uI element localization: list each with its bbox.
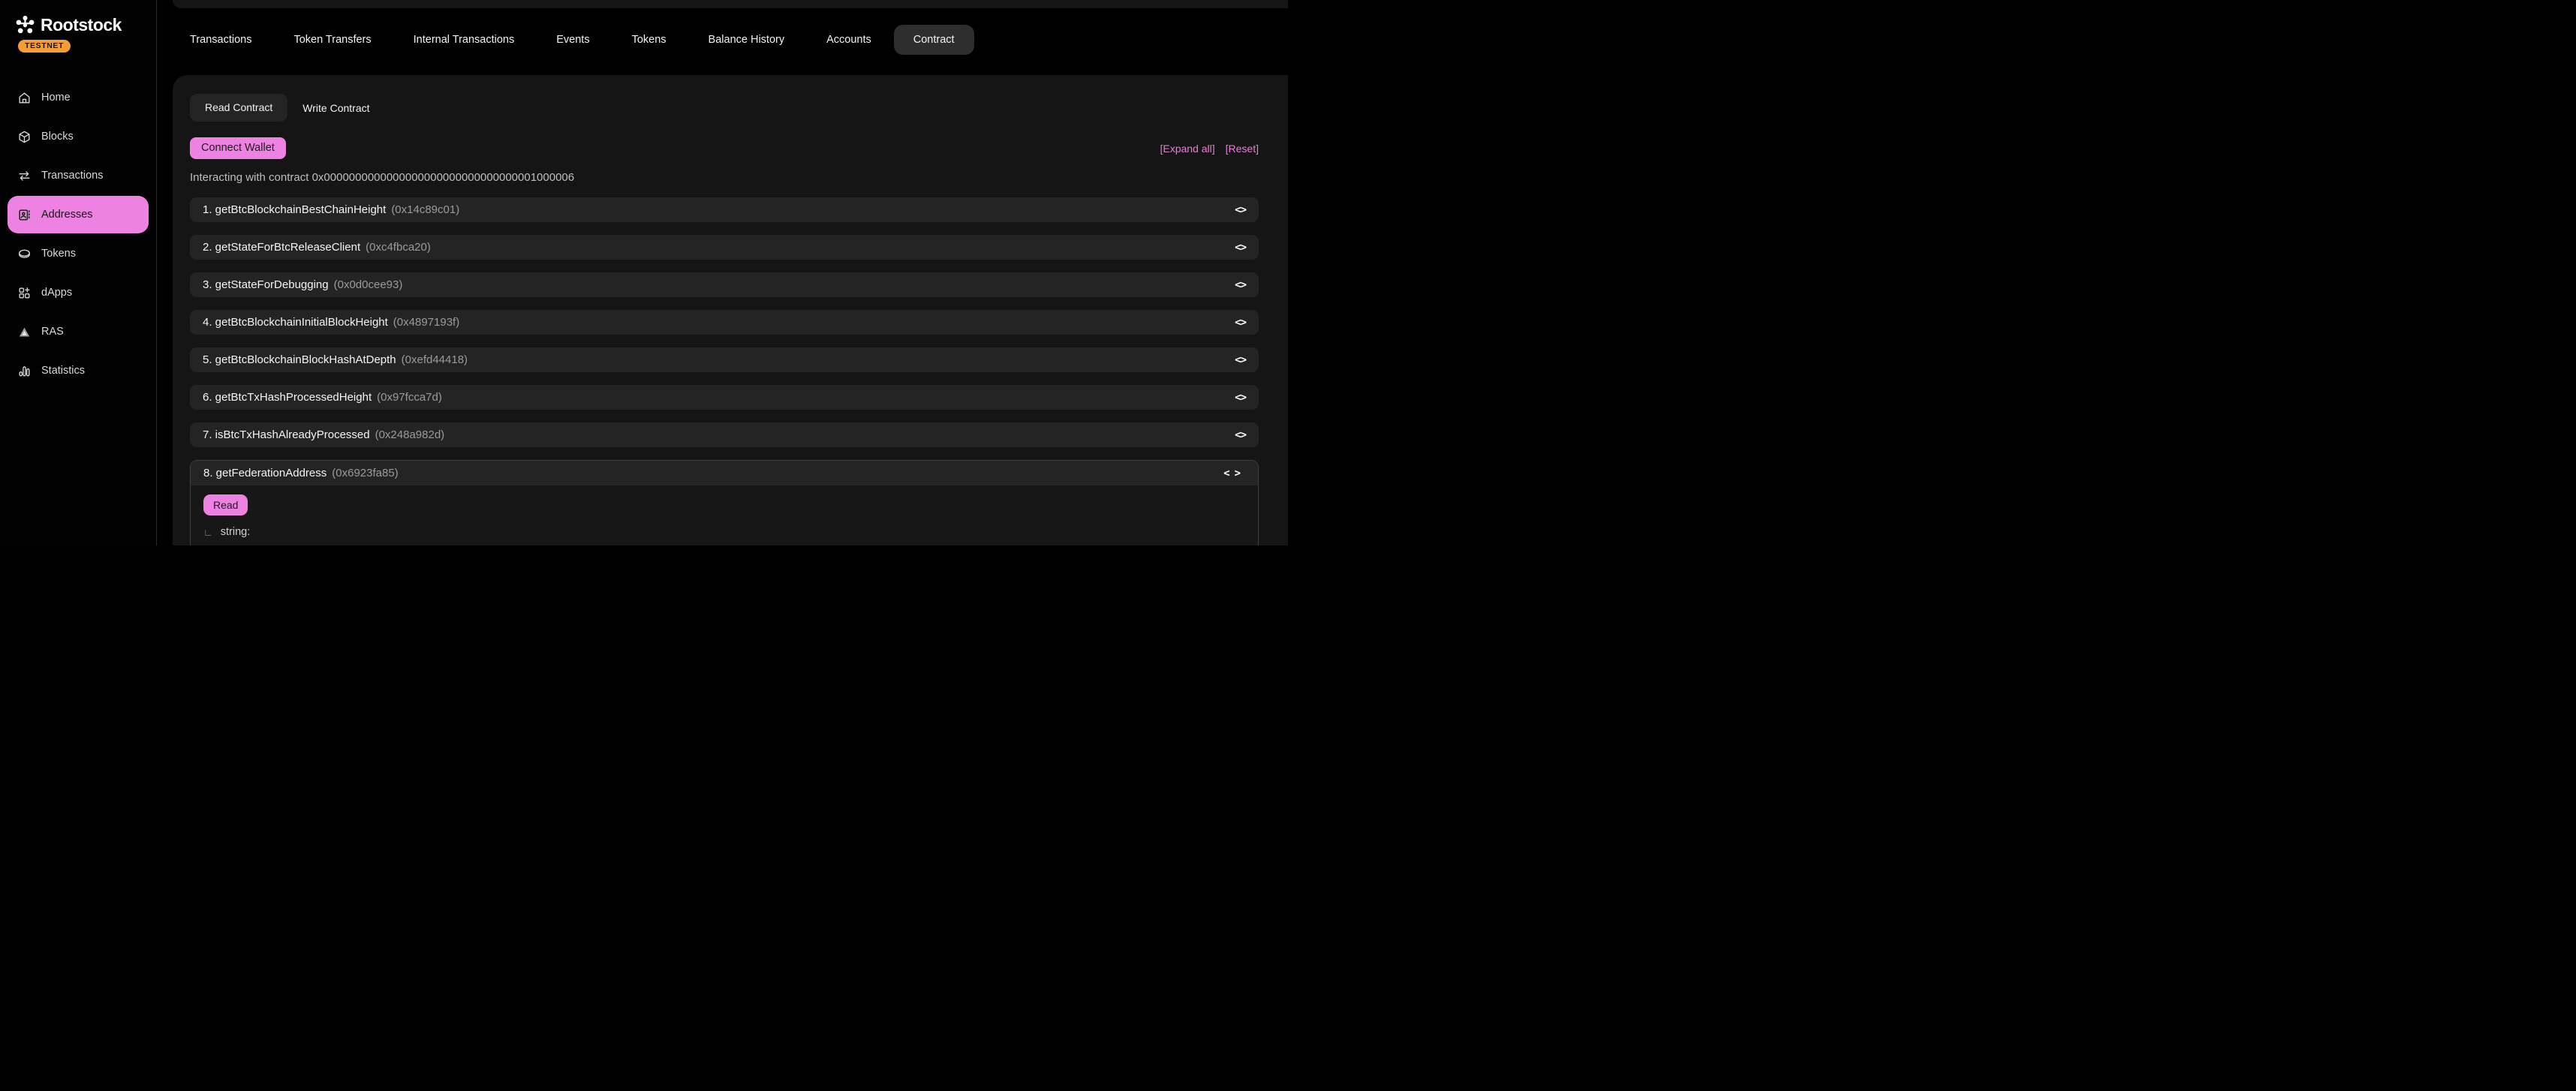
brand-logo[interactable]: Rootstock <box>0 0 156 35</box>
function-row[interactable]: 5. getBtcBlockchainBlockHashAtDepth (0xe… <box>190 347 1259 372</box>
function-name: 2. getStateForBtcReleaseClient <box>203 241 360 254</box>
tab-tokens[interactable]: Tokens <box>632 34 667 46</box>
sidebar-item-label: Statistics <box>41 365 85 377</box>
output-branch-glyph: ∟ <box>203 527 213 538</box>
sidebar: Rootstock TESTNET Home Blocks Transactio… <box>0 0 157 546</box>
sidebar-item-label: dApps <box>41 287 72 299</box>
function-row[interactable]: 1. getBtcBlockchainBestChainHeight (0x14… <box>190 197 1259 222</box>
reset-link[interactable]: [Reset] <box>1226 143 1259 155</box>
code-toggle-icon[interactable]: <> <box>1235 279 1246 291</box>
sidebar-item-tokens[interactable]: Tokens <box>8 235 149 272</box>
top-card-edge <box>173 0 1288 8</box>
contract-sub-tabs: Read Contract Write Contract <box>190 94 1288 122</box>
function-selector: (0xefd44418) <box>402 353 468 366</box>
function-row[interactable]: 3. getStateForDebugging (0x0d0cee93) <> <box>190 272 1259 297</box>
statistics-bars-icon <box>17 364 32 378</box>
function-row[interactable]: 6. getBtcTxHashProcessedHeight (0x97fcca… <box>190 385 1259 410</box>
function-name: 8. getFederationAddress <box>203 467 327 479</box>
function-selector: (0x97fcca7d) <box>377 391 442 404</box>
tab-contract[interactable]: Contract <box>894 25 974 55</box>
interacting-with-contract-text: Interacting with contract 0x000000000000… <box>190 171 1288 184</box>
cube-icon <box>17 130 32 144</box>
function-name: 5. getBtcBlockchainBlockHashAtDepth <box>203 353 396 366</box>
function-selector: (0x0d0cee93) <box>334 278 403 291</box>
function-selector: (0xc4fbca20) <box>366 241 431 254</box>
actions-row: Connect Wallet [Expand all] [Reset] <box>190 137 1288 159</box>
coin-icon <box>17 247 32 261</box>
sidebar-item-label: Transactions <box>41 170 103 182</box>
function-row[interactable]: 7. isBtcTxHashAlreadyProcessed (0x248a98… <box>190 422 1259 447</box>
home-icon <box>17 91 32 105</box>
function-row[interactable]: 2. getStateForBtcReleaseClient (0xc4fbca… <box>190 235 1259 260</box>
sidebar-item-statistics[interactable]: Statistics <box>8 352 149 389</box>
tab-transactions[interactable]: Transactions <box>190 34 251 46</box>
function-selector: (0x248a982d) <box>375 428 445 441</box>
sidebar-nav: Home Blocks Transactions Addresses Token… <box>0 79 156 391</box>
sidebar-item-label: Home <box>41 92 71 104</box>
swap-arrows-icon <box>17 169 32 183</box>
tab-internal-transactions[interactable]: Internal Transactions <box>414 34 515 46</box>
code-toggle-icon[interactable]: <> <box>1235 242 1246 254</box>
tab-read-contract[interactable]: Read Contract <box>190 94 287 122</box>
sidebar-item-label: RAS <box>41 326 64 338</box>
function-selector: (0x6923fa85) <box>332 467 398 479</box>
tab-accounts[interactable]: Accounts <box>826 34 871 46</box>
sidebar-item-label: Blocks <box>41 131 74 143</box>
read-functions-list: 1. getBtcBlockchainBestChainHeight (0x14… <box>190 197 1259 546</box>
brand-name: Rootstock <box>41 15 122 35</box>
sidebar-item-transactions[interactable]: Transactions <box>8 157 149 194</box>
tab-balance-history[interactable]: Balance History <box>709 34 785 46</box>
function-expanded-body: Read ∟ string: <box>191 485 1258 546</box>
function-row[interactable]: 8. getFederationAddress (0x6923fa85) <> <box>191 461 1258 485</box>
function-name: 4. getBtcBlockchainInitialBlockHeight <box>203 316 388 329</box>
contract-panel: Read Contract Write Contract Connect Wal… <box>173 75 1288 546</box>
tab-write-contract[interactable]: Write Contract <box>302 102 369 114</box>
function-name: 1. getBtcBlockchainBestChainHeight <box>203 203 386 216</box>
address-tabs: Transactions Token Transfers Internal Tr… <box>190 25 955 55</box>
sidebar-item-blocks[interactable]: Blocks <box>8 118 149 155</box>
code-toggle-icon[interactable]: <> <box>1235 354 1246 366</box>
code-toggle-icon[interactable]: <> <box>1235 317 1246 329</box>
tab-token-transfers[interactable]: Token Transfers <box>293 34 371 46</box>
code-toggle-icon[interactable]: <> <box>1235 392 1246 404</box>
testnet-badge: TESTNET <box>18 40 71 53</box>
function-name: 7. isBtcTxHashAlreadyProcessed <box>203 428 370 441</box>
function-selector: (0x4897193f) <box>393 316 459 329</box>
list-controls: [Expand all] [Reset] <box>1160 143 1259 155</box>
address-book-icon <box>17 208 32 222</box>
dapps-grid-icon <box>17 286 32 300</box>
expand-all-link[interactable]: [Expand all] <box>1160 143 1214 155</box>
code-toggle-icon[interactable]: <> <box>1235 204 1246 216</box>
sidebar-item-ras[interactable]: RAS <box>8 313 149 350</box>
code-toggle-icon[interactable]: <> <box>1235 429 1246 441</box>
function-name: 6. getBtcTxHashProcessedHeight <box>203 391 372 404</box>
function-selector: (0x14c89c01) <box>391 203 459 216</box>
code-toggle-icon-expanded[interactable]: <> <box>1223 467 1245 479</box>
read-button[interactable]: Read <box>203 494 248 515</box>
tab-events[interactable]: Events <box>556 34 589 46</box>
sidebar-item-addresses[interactable]: Addresses <box>8 196 149 233</box>
function-output-line: ∟ string: <box>203 526 1245 538</box>
sidebar-item-dapps[interactable]: dApps <box>8 274 149 311</box>
function-row[interactable]: 4. getBtcBlockchainInitialBlockHeight (0… <box>190 310 1259 335</box>
function-name: 3. getStateForDebugging <box>203 278 329 291</box>
sidebar-item-label: Addresses <box>41 209 93 221</box>
sidebar-item-label: Tokens <box>41 248 76 260</box>
rootstock-logo-icon <box>15 15 35 35</box>
function-row-expanded: 8. getFederationAddress (0x6923fa85) <> … <box>190 460 1259 546</box>
connect-wallet-button[interactable]: Connect Wallet <box>190 137 286 159</box>
output-type-label: string: <box>221 526 251 538</box>
ras-triangle-icon <box>17 325 32 339</box>
sidebar-item-home[interactable]: Home <box>8 79 149 116</box>
explorer-screen: Rootstock TESTNET Home Blocks Transactio… <box>0 0 1288 546</box>
